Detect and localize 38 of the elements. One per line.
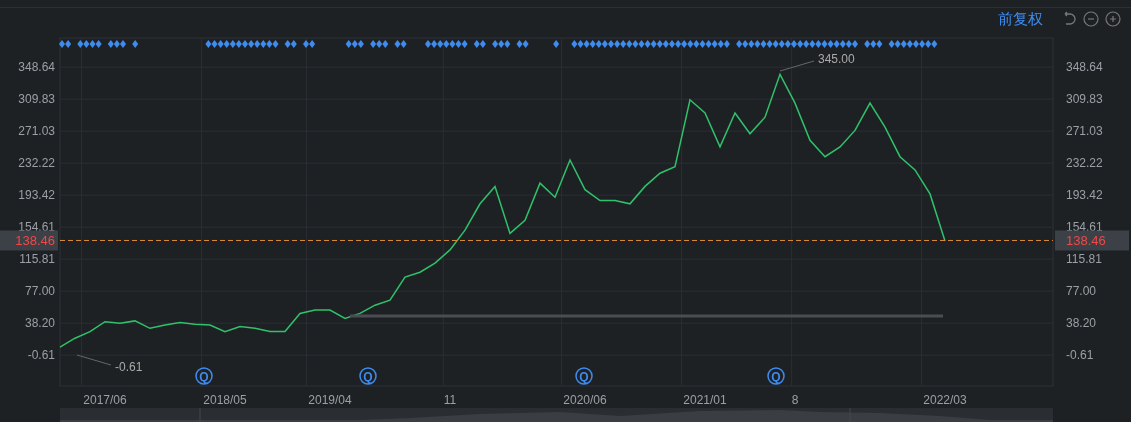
price-axis-label: 115.81 xyxy=(1066,252,1102,267)
annotation: 345.00 xyxy=(818,52,856,66)
price-axis-label: 38.20 xyxy=(1066,316,1097,331)
price-axis-label: 309.83 xyxy=(18,92,55,107)
price-axis-label: 232.22 xyxy=(18,156,55,171)
price-annotation: 345.00 xyxy=(779,52,855,72)
event-marker[interactable]: Q xyxy=(767,367,785,385)
price-axis-label: 193.42 xyxy=(1066,188,1103,203)
date-axis-label: 2017/06 xyxy=(83,393,127,407)
annotation: -0.61 xyxy=(115,360,143,374)
last-price-tag: 138.46 xyxy=(0,230,58,251)
date-axis-label: 2022/03 xyxy=(923,393,967,407)
date-axis-label: 2021/01 xyxy=(683,393,727,407)
price-axis-label: 271.03 xyxy=(18,124,55,139)
price-axis-label: 77.00 xyxy=(24,284,55,299)
price-axis-label: -0.61 xyxy=(1066,348,1094,363)
price-axis-label: 115.81 xyxy=(19,252,55,267)
price-axis-label: 271.03 xyxy=(1066,124,1103,139)
event-marker[interactable]: Q xyxy=(195,367,213,385)
price-annotation: -0.61 xyxy=(76,354,143,374)
date-axis-label: 11 xyxy=(443,393,457,407)
price-axis-label: 193.42 xyxy=(18,188,55,203)
price-axis-label: 309.83 xyxy=(1066,92,1103,107)
price-axis-label: 348.64 xyxy=(1066,60,1103,75)
date-axis-label: 2018/05 xyxy=(203,393,247,407)
event-marker[interactable]: Q xyxy=(359,367,377,385)
price-axis-label: 348.64 xyxy=(18,60,55,75)
last-price-tag: 138.46 xyxy=(1055,230,1129,251)
date-axis-label: 2020/06 xyxy=(563,393,607,407)
price-axis-label: 38.20 xyxy=(24,316,55,331)
date-axis-label: 8 xyxy=(791,393,799,407)
price-axis-label: -0.61 xyxy=(27,348,55,363)
price-axis-label: 77.00 xyxy=(1066,284,1097,299)
price-axis-label: 232.22 xyxy=(1066,156,1103,171)
ref-line-label: 138.46 xyxy=(15,233,55,249)
date-axis-label: 2019/04 xyxy=(308,393,352,407)
event-marker[interactable]: Q xyxy=(575,367,593,385)
adjustment-toggle[interactable]: 前复权 xyxy=(998,7,1043,31)
